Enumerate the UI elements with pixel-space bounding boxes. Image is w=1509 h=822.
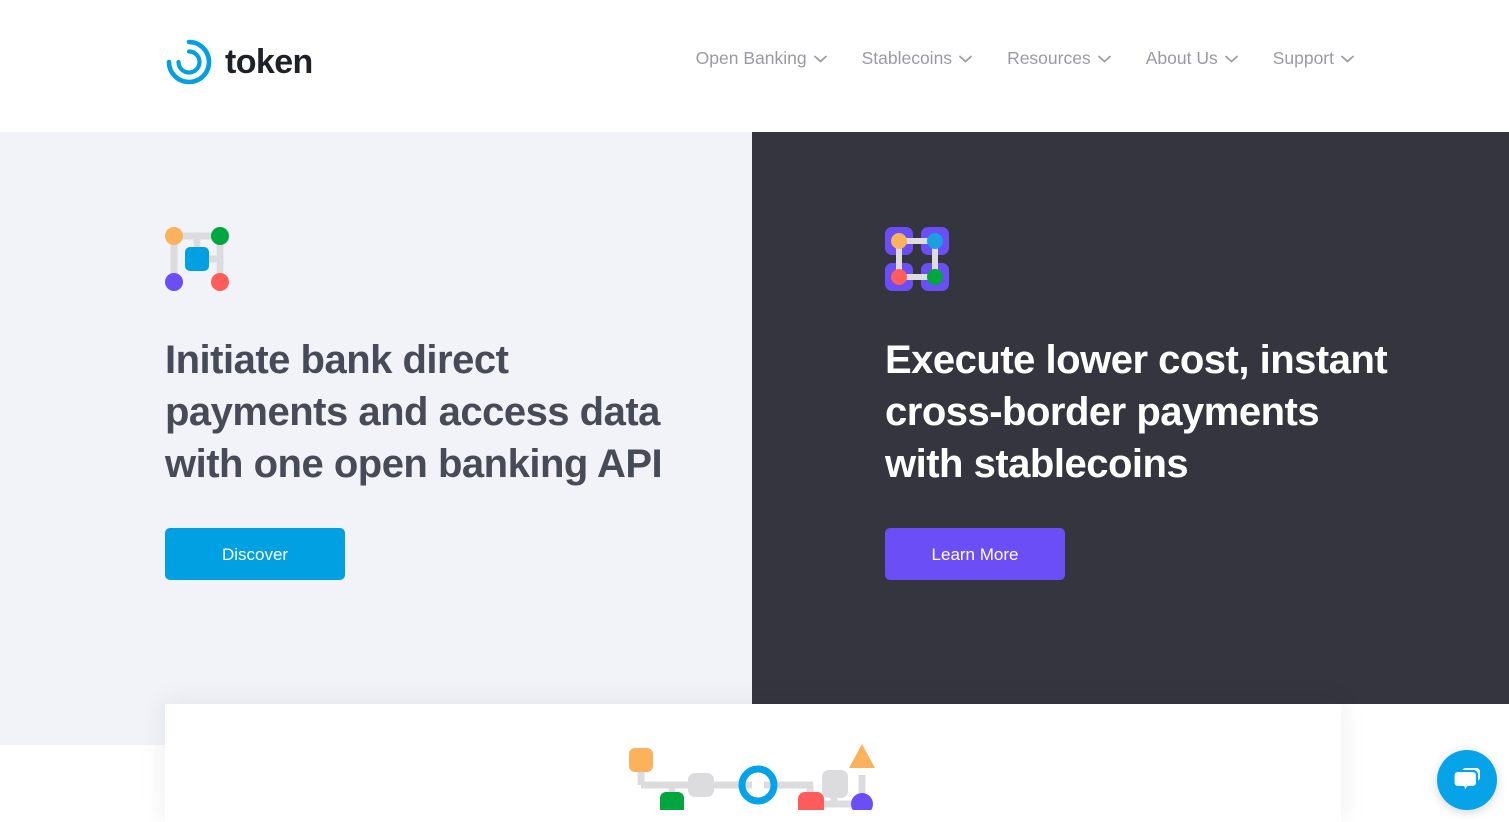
payment-flow-card [165,704,1341,822]
chevron-down-icon [1224,55,1238,63]
open-banking-section: Initiate bank direct payments and access… [165,132,725,580]
orange-square-node [629,748,653,772]
nav-label: Support [1272,48,1334,68]
discover-button[interactable]: Discover [165,528,345,580]
nav-label: Stablecoins [861,48,953,68]
red-square-node [798,792,824,810]
left-headline: Initiate bank direct payments and access… [165,338,663,486]
chat-bubbles-icon [1452,766,1482,794]
stablecoin-network-icon [885,227,949,291]
blue-node [927,233,943,249]
green-square-node [660,792,684,810]
nav-item-about-us[interactable]: About Us [1145,48,1238,68]
logo-link[interactable]: token [165,38,313,86]
chevron-down-icon [1097,55,1111,63]
page-root: token Open Banking Stablecoins Resources [0,0,1509,822]
grey-square-node-2 [822,770,848,798]
grey-square-node-1 [688,773,714,797]
orange-node [165,227,183,245]
token-circular-logo-icon [166,39,212,85]
nav-item-resources[interactable]: Resources [1007,48,1111,68]
chevron-down-icon [813,55,827,63]
nav-label: About Us [1145,48,1218,68]
nav-label: Resources [1007,48,1091,68]
site-header: token Open Banking Stablecoins Resources [0,0,1509,132]
chevron-down-icon [1341,55,1354,63]
payment-flow-diagram [629,744,875,810]
blue-center-node [185,247,209,271]
network-nodes-icon [165,227,229,291]
orange-node [891,233,907,249]
nav-item-support[interactable]: Support [1272,48,1354,68]
orange-triangle-node [849,744,875,768]
purple-node [165,273,183,291]
nav-item-stablecoins[interactable]: Stablecoins [861,48,972,68]
nav-item-open-banking[interactable]: Open Banking [695,48,827,68]
main-navigation: Open Banking Stablecoins Resources About… [695,48,1354,68]
learn-more-button[interactable]: Learn More [885,528,1065,580]
red-node [211,273,229,291]
chevron-down-icon [959,55,972,63]
red-node [891,269,907,285]
nav-label: Open Banking [695,48,807,68]
right-headline: Execute lower cost, instant cross-border… [885,338,1388,486]
purple-circle-node [851,793,873,810]
stablecoins-section: Execute lower cost, instant cross-border… [885,132,1445,580]
green-node [927,269,943,285]
green-node [211,227,229,245]
chat-widget-button[interactable] [1437,750,1497,810]
logo-wordmark: token [225,43,313,81]
